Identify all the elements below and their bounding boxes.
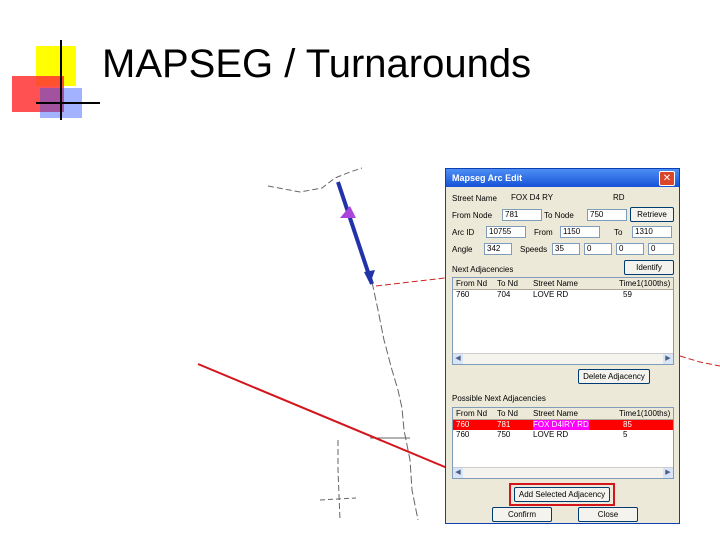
arc-id-label: Arc ID <box>452 228 475 237</box>
cell-from-nd: 760 <box>456 290 470 299</box>
identify-button[interactable]: Identify <box>624 260 674 275</box>
horizontal-scrollbar[interactable]: ◀ ▶ <box>453 353 673 364</box>
table-row-selected[interactable]: 760 781 FOX D4IRY RD 85 <box>453 420 673 430</box>
speeds-label: Speeds <box>520 245 548 254</box>
to-node-field[interactable]: 750 <box>587 209 627 221</box>
scroll-left-icon[interactable]: ◀ <box>453 468 463 478</box>
arc-id-field[interactable]: 10755 <box>486 226 526 238</box>
cell-street-name: LOVE RD <box>533 430 569 439</box>
confirm-button[interactable]: Confirm <box>492 507 552 522</box>
col-from-nd[interactable]: From Nd <box>456 279 487 288</box>
red-road-line <box>375 277 446 287</box>
speed-field-4[interactable]: 0 <box>648 243 674 255</box>
close-button[interactable]: Close <box>578 507 638 522</box>
col-to-nd[interactable]: To Nd <box>497 409 518 418</box>
cell-street-name: LOVE RD <box>533 290 569 299</box>
highlight-box <box>509 483 615 506</box>
retrieve-button[interactable]: Retrieve <box>630 207 674 222</box>
table-row[interactable]: 760 750 LOVE RD 5 <box>453 430 673 440</box>
next-adjacencies-label: Next Adjacencies <box>452 265 514 274</box>
scroll-left-icon[interactable]: ◀ <box>453 354 463 364</box>
road-line <box>319 497 357 501</box>
list-header: From Nd To Nd Street Name Time1(100ths) <box>453 408 673 420</box>
street-name-label: Street Name <box>452 194 497 203</box>
cell-from-nd: 760 <box>456 430 470 439</box>
from-node-label: From Node <box>452 211 493 220</box>
delete-adjacency-button[interactable]: Delete Adjacency <box>578 369 650 384</box>
horizontal-scrollbar[interactable]: ◀ ▶ <box>453 467 673 478</box>
road-line <box>267 167 363 193</box>
col-time[interactable]: Time1(100ths) <box>619 409 670 418</box>
to-node-label: To Node <box>544 211 574 220</box>
cell-to-nd: 704 <box>497 290 511 299</box>
col-from-nd[interactable]: From Nd <box>456 409 487 418</box>
speed-field-2[interactable]: 0 <box>584 243 612 255</box>
to-label: To <box>614 228 623 237</box>
dialog-titlebar: Mapseg Arc Edit ✕ <box>446 169 679 187</box>
road-line <box>371 281 419 521</box>
selected-arc <box>336 181 374 285</box>
list-header: From Nd To Nd Street Name Time1(100ths) <box>453 278 673 290</box>
mapseg-arc-edit-dialog: Mapseg Arc Edit ✕ Street Name FOX D4 RY … <box>445 168 680 524</box>
col-street-name[interactable]: Street Name <box>533 409 578 418</box>
from-node-field[interactable]: 781 <box>502 209 542 221</box>
next-adjacencies-list[interactable]: From Nd To Nd Street Name Time1(100ths) … <box>452 277 674 365</box>
cell-time: 5 <box>623 430 628 439</box>
from-label: From <box>534 228 553 237</box>
speed-field-1[interactable]: 35 <box>552 243 580 255</box>
possible-adjacencies-list[interactable]: From Nd To Nd Street Name Time1(100ths) … <box>452 407 674 479</box>
table-row[interactable]: 760 704 LOVE RD 59 <box>453 290 673 300</box>
possible-adjacencies-label: Possible Next Adjacencies <box>452 394 546 403</box>
dialog-title: Mapseg Arc Edit <box>452 173 523 183</box>
cell-time: 85 <box>623 420 632 429</box>
cell-to-nd: 781 <box>497 420 511 429</box>
angle-label: Angle <box>452 245 473 254</box>
cell-to-nd: 750 <box>497 430 511 439</box>
col-time[interactable]: Time1(100ths) <box>619 279 670 288</box>
cell-time: 59 <box>623 290 632 299</box>
col-to-nd[interactable]: To Nd <box>497 279 518 288</box>
scroll-right-icon[interactable]: ▶ <box>663 468 673 478</box>
cell-street-name: FOX D4IRY RD <box>533 420 589 430</box>
scroll-right-icon[interactable]: ▶ <box>663 354 673 364</box>
street-suffix-field[interactable]: RD <box>610 192 650 204</box>
col-street-name[interactable]: Street Name <box>533 279 578 288</box>
to-field[interactable]: 1310 <box>632 226 672 238</box>
cell-from-nd: 760 <box>456 420 470 429</box>
close-icon[interactable]: ✕ <box>659 171 675 186</box>
street-name-field[interactable]: FOX D4 RY <box>508 192 618 204</box>
red-road-line <box>679 355 720 367</box>
road-line <box>337 440 341 521</box>
speed-field-3[interactable]: 0 <box>616 243 644 255</box>
angle-field[interactable]: 342 <box>484 243 512 255</box>
from-field[interactable]: 1150 <box>560 226 600 238</box>
